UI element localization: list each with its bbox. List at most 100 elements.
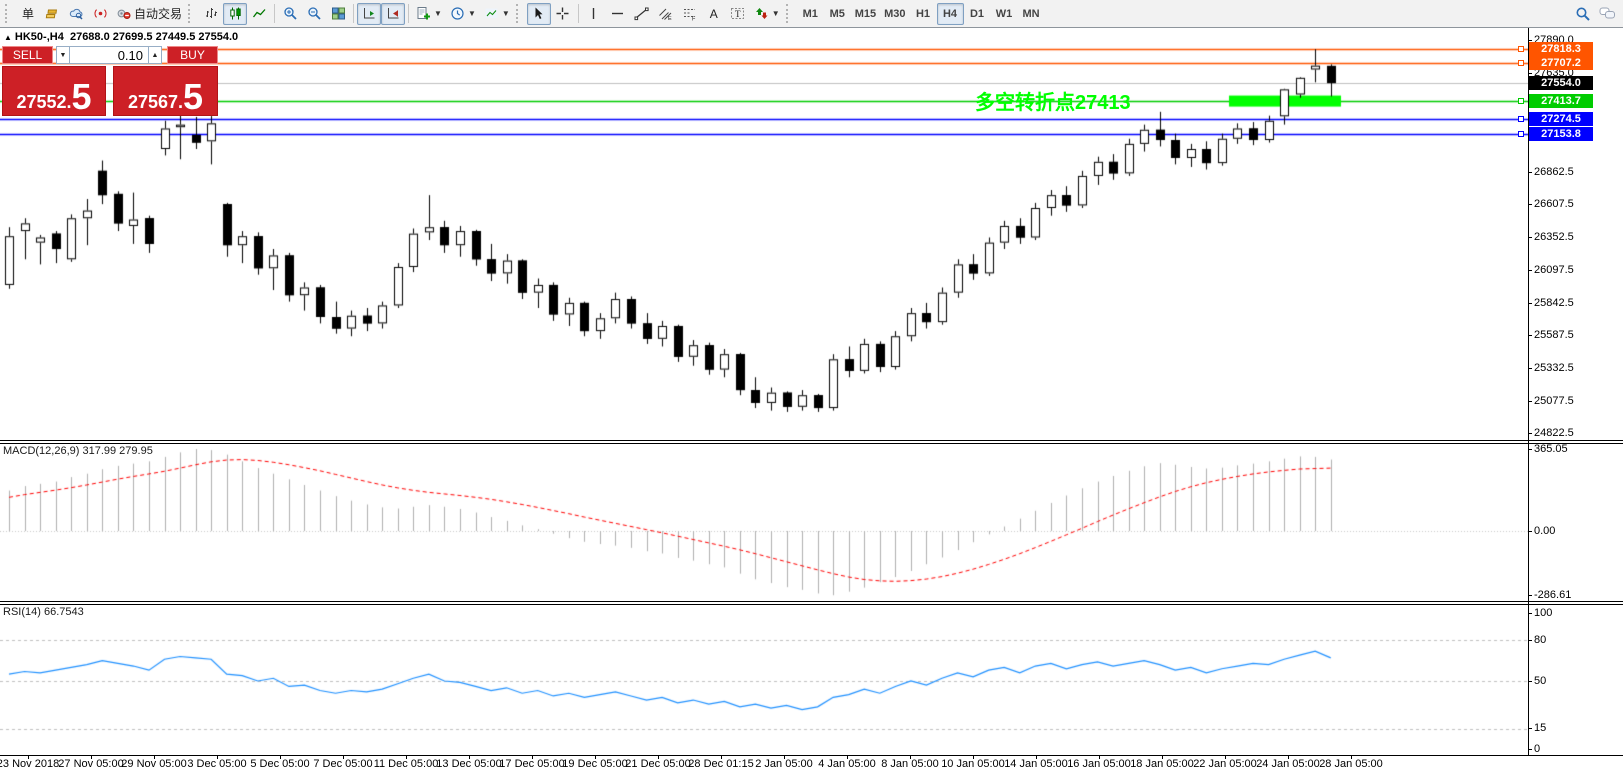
tlabel-icon: T [730,6,745,21]
auto-scroll-button[interactable] [357,3,381,25]
price-axis-tick [1528,303,1532,304]
time-axis-label: 3 Dec 05:00 [187,758,246,770]
zoom-in-button[interactable] [278,3,302,25]
time-axis-tick [1351,755,1352,759]
time-axis-tick [532,755,533,759]
crosshair-button[interactable] [551,3,575,25]
sell-price-box[interactable]: 27552.5 [2,66,106,116]
buy-price-big-digit: 5 [183,83,203,112]
rsi-axis-tick [1528,640,1532,641]
periods-button[interactable]: ▼ [446,3,480,25]
rsi-label: RSI(14) 66.7543 [3,606,84,618]
horizontal-line-button[interactable] [606,3,630,25]
price-axis-tick-label: 25587.5 [1534,329,1622,341]
timeframe-w1-button[interactable]: W1 [991,3,1018,25]
text-button[interactable]: A [702,3,726,25]
timeframe-m5-button[interactable]: M5 [824,3,851,25]
timeframe-h1-button[interactable]: H1 [910,3,937,25]
arrows-button[interactable]: ▼ [750,3,784,25]
rsi-level-label: 80 [1534,634,1622,646]
chart-candles-button[interactable] [223,3,247,25]
timeframe-d1-button[interactable]: D1 [964,3,991,25]
timeframe-mn-button[interactable]: MN [1018,3,1045,25]
autotrading-button[interactable]: 自动交易 [112,3,186,25]
text-button-label: A [710,7,718,21]
time-axis-tick [469,755,470,759]
time-axis-label: 17 Dec 05:00 [499,758,564,770]
chart-area: ▲HK50-,H4 27688.0 27699.5 27449.5 27554.… [0,28,1623,775]
time-axis-tick [217,755,218,759]
volume-increase-button[interactable]: ▲ [148,46,162,64]
new-order-button[interactable]: 单 [16,3,40,25]
time-axis-label: 23 Nov 2018 [0,758,59,770]
timeframe-m30-button[interactable]: M30 [880,3,909,25]
buy-button[interactable]: BUY [167,46,218,64]
ohlc-values: 27688.0 27699.5 27449.5 27554.0 [70,31,238,43]
dropdown-caret-icon[interactable]: ▼ [468,9,476,18]
timeframe-m15-button[interactable]: M15 [851,3,880,25]
chat-icon-button[interactable] [1595,3,1620,25]
ascroll-icon [362,6,377,21]
dropdown-caret-icon[interactable]: ▼ [502,9,510,18]
candles-icon [228,6,243,21]
volume-input[interactable]: 0.10 [69,46,149,64]
vertical-line-button[interactable] [582,3,606,25]
template-icon [484,6,499,21]
timeframe-w1-button-label: W1 [996,8,1013,20]
fibonacci-button[interactable]: F [678,3,702,25]
rsi-level-label: 0 [1534,743,1622,755]
macd-level-label: 365.05 [1534,443,1622,455]
line-anchor-handle[interactable] [1518,60,1524,66]
rsi-axis-tick [1528,681,1532,682]
volume-decrease-button[interactable]: ▼ [56,46,70,64]
indicators-button[interactable]: ▼ [412,3,446,25]
timeframe-h4-button[interactable]: H4 [937,3,964,25]
rsi-axis-tick [1528,749,1532,750]
buy-price-box[interactable]: 27567.5 [113,66,218,116]
line-anchor-handle[interactable] [1518,131,1524,137]
price-axis-tick [1528,40,1532,41]
gold-icon [45,6,60,21]
dropdown-caret-icon[interactable]: ▼ [772,9,780,18]
cloud-search-icon-button[interactable] [64,3,88,25]
line-anchor-handle[interactable] [1518,46,1524,52]
price-line-badge: 27818.3 [1529,42,1593,56]
gold-bars-icon-button[interactable] [40,3,64,25]
cursor-button[interactable] [527,3,551,25]
buy-price-main: 27567 [128,93,178,112]
equidistant-channel-button[interactable]: E [654,3,678,25]
signals-icon-button[interactable] [88,3,112,25]
chart-line-button[interactable] [247,3,271,25]
line-anchor-handle[interactable] [1518,98,1524,104]
macd-level-label: -286.61 [1534,589,1622,601]
mt4-window: 单自动交易▼▼▼EFAT▼M1M5M15M30H1H4D1W1MN ▲HK50-… [0,0,1623,775]
toolbar-separator [274,4,275,23]
search-icon-button[interactable] [1571,3,1595,25]
time-axis-label: 29 Nov 05:00 [121,758,186,770]
timeframe-m1-button[interactable]: M1 [797,3,824,25]
toolbar-separator [786,4,792,23]
addind-icon [416,6,431,21]
dropdown-caret-icon[interactable]: ▼ [434,9,442,18]
time-axis-tick [1036,755,1037,759]
sell-button[interactable]: SELL [2,46,53,64]
tile-windows-button[interactable] [326,3,350,25]
timeframe-m1-button-label: M1 [803,8,818,20]
trendline-button[interactable] [630,3,654,25]
zoom-out-button[interactable] [302,3,326,25]
text-label-button[interactable]: T [726,3,750,25]
time-axis-tick [658,755,659,759]
time-axis-tick [847,755,848,759]
time-axis-label: 16 Jan 05:00 [1067,758,1131,770]
macd-indicator-canvas [0,444,1528,601]
one-click-expand-arrow[interactable]: ▲ [4,33,12,42]
macd-axis-tick [1528,531,1532,532]
time-axis-tick [1099,755,1100,759]
line-anchor-handle[interactable] [1518,116,1524,122]
new-order-button-label: 单 [22,5,34,22]
chart-shift-button[interactable] [381,3,405,25]
candlestick-chart-canvas[interactable] [0,28,1528,440]
chart-bars-button[interactable] [199,3,223,25]
bars-icon [204,6,219,21]
templates-button[interactable]: ▼ [480,3,514,25]
